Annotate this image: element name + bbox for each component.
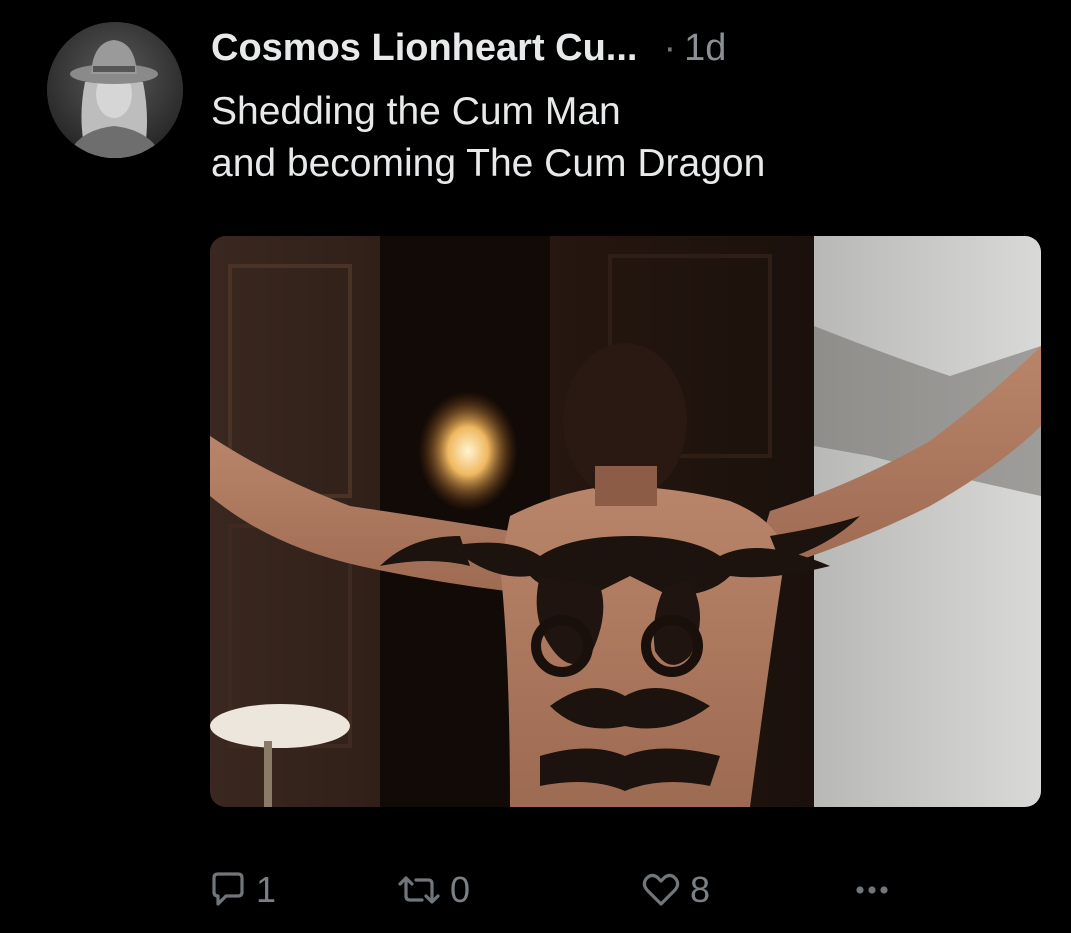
separator-dot: · — [663, 26, 677, 69]
repost-button[interactable]: 0 — [394, 862, 470, 918]
more-options-button[interactable] — [852, 862, 892, 918]
reply-count: 1 — [256, 869, 277, 910]
repost-arrows-icon — [394, 868, 444, 912]
like-button[interactable]: 8 — [638, 862, 710, 918]
post-header: Cosmos Lionheart Cu... · 1d — [211, 24, 726, 72]
action-bar: 1 0 8 — [206, 862, 906, 918]
post-text-line: and becoming The Cum Dragon — [211, 142, 766, 185]
avatar[interactable] — [47, 22, 183, 158]
post-image[interactable] — [210, 236, 1041, 807]
post-text-line: Shedding the Cum Man — [211, 90, 621, 133]
heart-icon — [638, 868, 684, 912]
repost-count: 0 — [450, 869, 471, 910]
more-dots-icon — [852, 868, 892, 912]
avatar-image — [47, 22, 183, 158]
author-name[interactable]: Cosmos Lionheart Cu... — [211, 27, 637, 70]
speech-bubble-icon — [206, 868, 250, 912]
post: Cosmos Lionheart Cu... · 1d Shedding the… — [0, 0, 1071, 933]
like-count: 8 — [690, 869, 711, 910]
post-text: Shedding the Cum Man and becoming The Cu… — [211, 86, 1031, 190]
post-timestamp[interactable]: 1d — [684, 27, 726, 70]
photo-illustration — [210, 236, 1041, 807]
reply-button[interactable]: 1 — [206, 862, 276, 918]
